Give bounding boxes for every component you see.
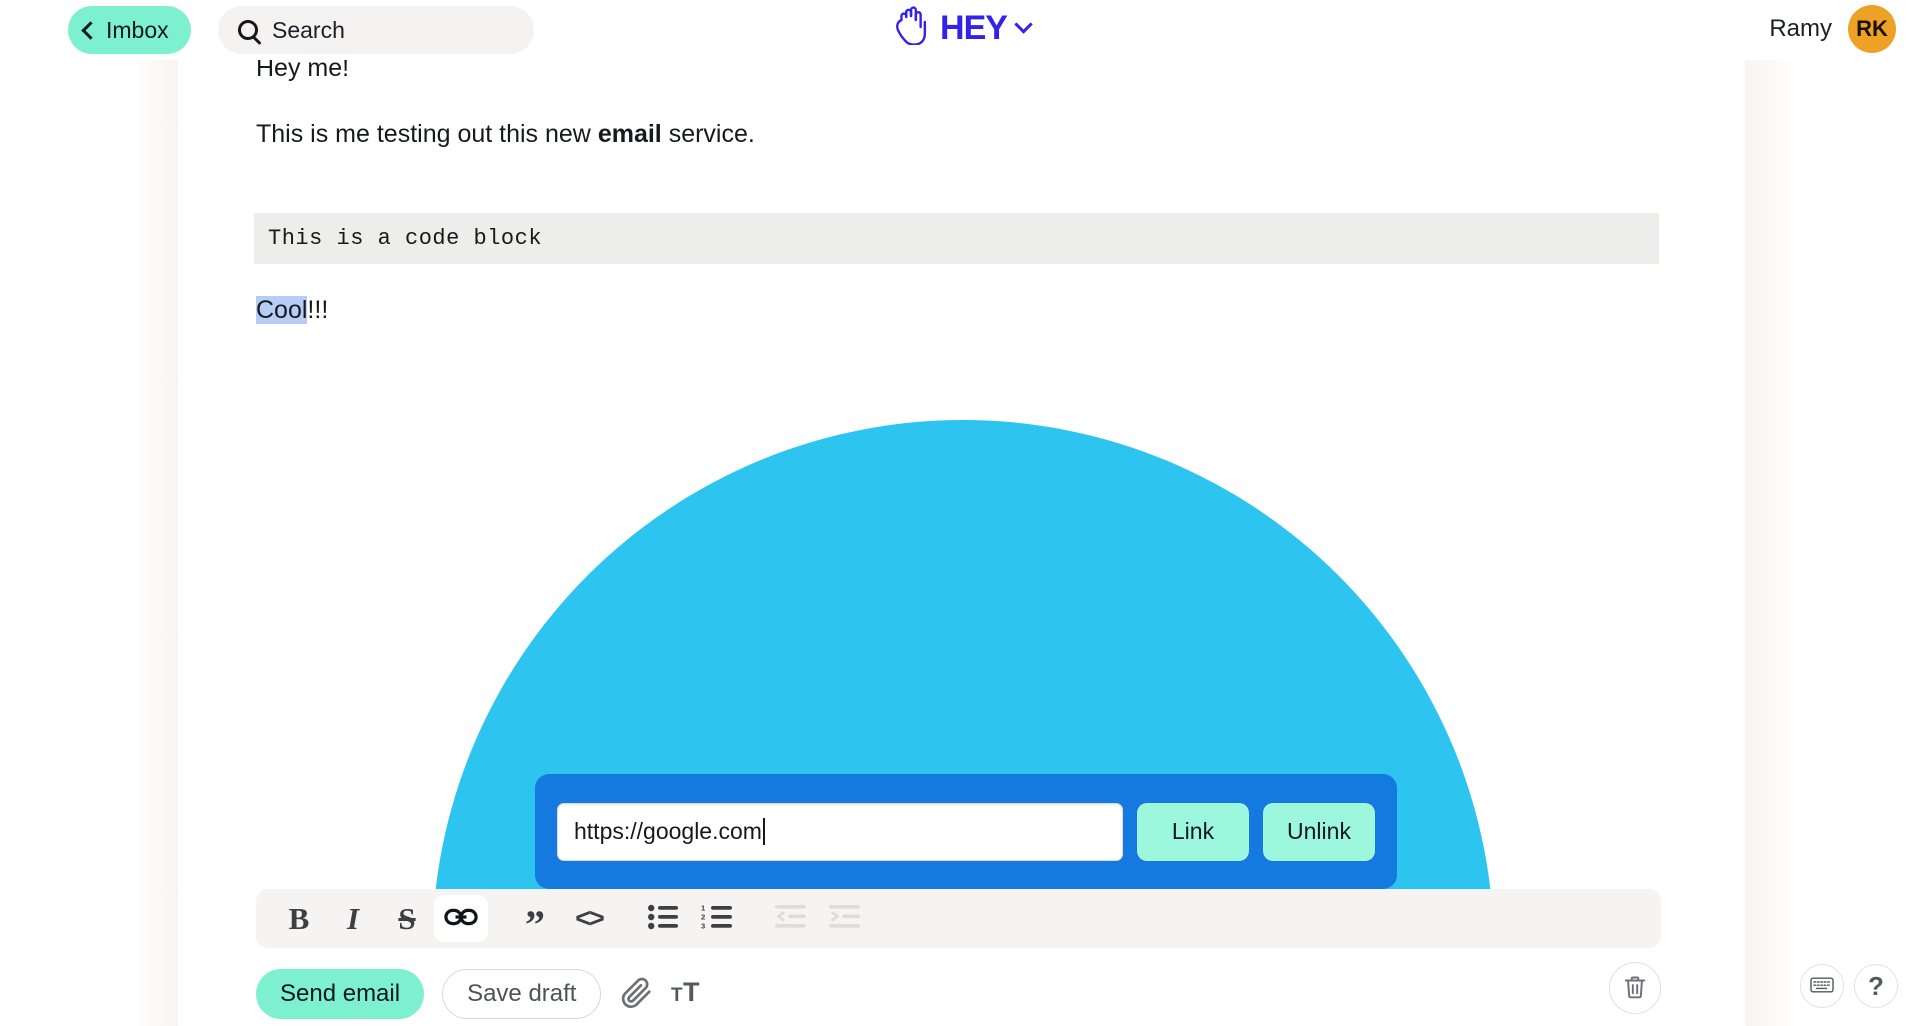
intro-text-after: service. bbox=[661, 120, 755, 149]
email-paragraph-intro: This is me testing out this new email se… bbox=[256, 116, 1666, 152]
link-url-value: https://google.com bbox=[574, 818, 762, 844]
back-to-imbox-label: Imbox bbox=[106, 16, 169, 43]
numbered-list-button[interactable]: 1 2 3 bbox=[690, 895, 744, 942]
svg-text:T: T bbox=[671, 985, 683, 1006]
chevron-left-icon bbox=[81, 20, 100, 40]
keyboard-icon bbox=[1810, 976, 1834, 997]
outdent-button[interactable] bbox=[764, 895, 818, 942]
unlink-button[interactable]: Unlink bbox=[1263, 802, 1375, 861]
svg-text:T: T bbox=[683, 978, 700, 1007]
link-icon bbox=[444, 905, 478, 933]
left-page-edge bbox=[130, 48, 178, 1026]
formatting-toolbar: B I S ” <> 1 2 3 bbox=[256, 889, 1661, 948]
delete-draft-button[interactable] bbox=[1609, 962, 1661, 1014]
bullet-list-icon bbox=[648, 904, 678, 934]
top-bar: Imbox Search HEY Ramy RK bbox=[0, 0, 1920, 60]
bulleted-list-button[interactable] bbox=[636, 895, 690, 942]
cool-suffix: !!! bbox=[307, 296, 329, 324]
avatar[interactable]: RK bbox=[1848, 5, 1896, 53]
send-email-button[interactable]: Send email bbox=[256, 969, 425, 1019]
svg-text:1: 1 bbox=[701, 904, 706, 912]
search-placeholder: Search bbox=[272, 16, 345, 43]
waving-hand-icon bbox=[890, 5, 932, 50]
selected-text: Cool bbox=[256, 296, 308, 324]
brand-name: HEY bbox=[940, 8, 1008, 47]
help-button[interactable]: ? bbox=[1854, 964, 1898, 1008]
help-cluster: ? bbox=[1800, 964, 1898, 1008]
code-block-text: This is a code block bbox=[268, 226, 543, 251]
question-mark-icon: ? bbox=[1868, 970, 1884, 1001]
email-body[interactable]: Hey me! This is me testing out this new … bbox=[256, 40, 1666, 183]
right-page-edge bbox=[1745, 48, 1797, 1026]
email-paragraph-cool[interactable]: Cool!!! bbox=[256, 292, 1666, 358]
text-size-button[interactable]: T T bbox=[671, 977, 707, 1011]
numbered-list-icon: 1 2 3 bbox=[701, 903, 733, 934]
blockquote-button[interactable]: ” bbox=[508, 901, 562, 948]
indent-icon bbox=[829, 904, 861, 934]
keyboard-shortcuts-button[interactable] bbox=[1800, 964, 1844, 1008]
link-dialog: https://google.com Link Unlink bbox=[535, 774, 1397, 889]
svg-text:2: 2 bbox=[701, 912, 705, 921]
outdent-icon bbox=[775, 904, 807, 934]
attach-file-button[interactable] bbox=[619, 976, 653, 1013]
composer-action-bar: Send email Save draft T T bbox=[256, 962, 1661, 1026]
link-apply-button[interactable]: Link bbox=[1137, 802, 1249, 861]
indent-button[interactable] bbox=[818, 895, 872, 942]
paperclip-icon bbox=[619, 976, 653, 1013]
code-block[interactable]: This is a code block bbox=[254, 213, 1659, 264]
search-icon bbox=[238, 20, 258, 40]
intro-text-bold: email bbox=[597, 120, 662, 149]
svg-text:3: 3 bbox=[701, 921, 705, 929]
brand-menu[interactable]: HEY bbox=[890, 5, 1033, 50]
chevron-down-icon[interactable] bbox=[1014, 14, 1033, 34]
text-caret bbox=[762, 818, 765, 845]
code-button[interactable]: <> bbox=[562, 895, 616, 942]
trash-icon bbox=[1622, 974, 1648, 1003]
back-to-imbox-button[interactable]: Imbox bbox=[68, 6, 191, 54]
search-input[interactable]: Search bbox=[218, 6, 534, 54]
link-url-input[interactable]: https://google.com bbox=[557, 802, 1123, 861]
save-draft-button[interactable]: Save draft bbox=[442, 969, 602, 1019]
text-size-icon: T T bbox=[671, 977, 707, 1011]
intro-text-before: This is me testing out this new bbox=[256, 120, 598, 149]
strikethrough-button[interactable]: S bbox=[380, 895, 434, 942]
user-menu[interactable]: Ramy RK bbox=[1769, 5, 1896, 53]
bold-button[interactable]: B bbox=[272, 895, 326, 942]
italic-button[interactable]: I bbox=[326, 895, 380, 942]
user-name: Ramy bbox=[1769, 15, 1832, 42]
link-button[interactable] bbox=[434, 895, 488, 942]
